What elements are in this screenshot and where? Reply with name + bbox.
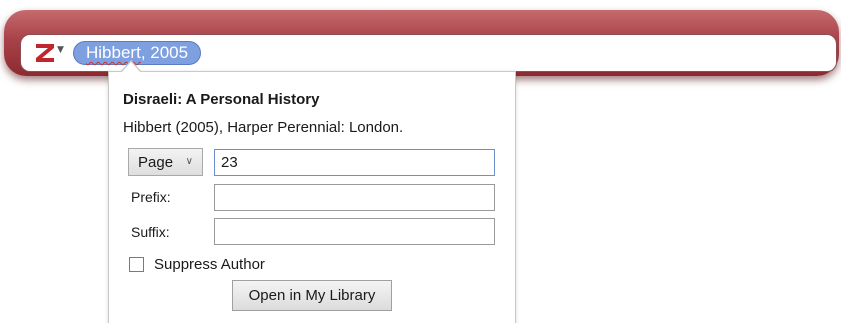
prefix-label: Prefix: — [131, 189, 171, 205]
citation-year: 2005 — [150, 43, 189, 62]
suffix-input[interactable] — [214, 218, 495, 245]
zotero-z-logo-icon[interactable] — [34, 41, 56, 65]
suffix-label: Suffix: — [131, 224, 170, 240]
citation-properties-popup: Disraeli: A Personal History Hibbert (20… — [108, 71, 516, 323]
item-title: Disraeli: A Personal History — [123, 91, 320, 108]
citation-search-field[interactable]: ▼ Hibbert, 2005 — [20, 34, 837, 72]
prefix-input[interactable] — [214, 184, 495, 211]
suppress-author-checkbox[interactable] — [129, 257, 144, 272]
popup-arrow-fill — [121, 62, 141, 73]
chevron-down-icon: ∨ — [185, 156, 193, 167]
quick-format-window: ▼ Hibbert, 2005 Disraeli: A Personal His… — [0, 0, 841, 323]
locator-input[interactable] — [214, 149, 495, 176]
caret-down-icon[interactable]: ▼ — [57, 46, 64, 55]
suppress-author-label[interactable]: Suppress Author — [154, 256, 265, 273]
citation-separator: , — [140, 43, 151, 62]
open-in-library-button[interactable]: Open in My Library — [232, 280, 392, 311]
item-description: Hibbert (2005), Harper Perennial: London… — [123, 119, 404, 136]
locator-type-select[interactable]: Page ∨ — [128, 148, 203, 176]
locator-type-value: Page — [138, 153, 174, 171]
